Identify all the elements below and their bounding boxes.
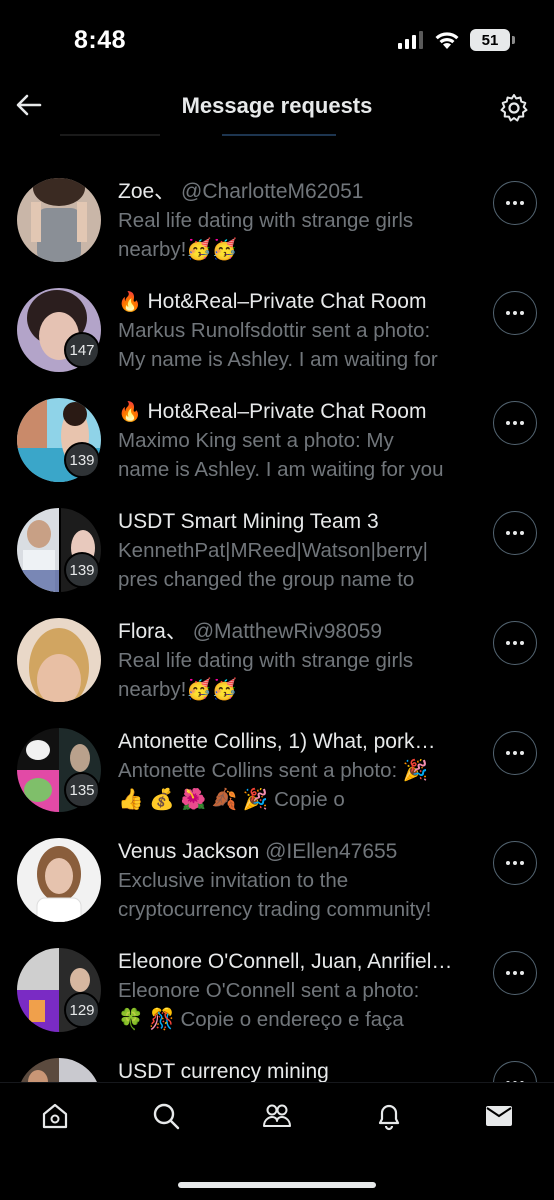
more-options-button[interactable] bbox=[493, 951, 537, 995]
conversation-text: Eleonore O'Connell, Juan, Anrifiel… Eleo… bbox=[118, 948, 478, 1034]
conversation-title: USDT Smart Mining Team 3 bbox=[118, 510, 379, 533]
conversation-text: 🔥 Hot&Real–Private Chat Room Maximo King… bbox=[118, 398, 478, 484]
battery-icon: 51 bbox=[470, 29, 515, 51]
message-preview: 🍀 🎊 Copie o endereço e faça bbox=[118, 1008, 404, 1031]
more-options-button[interactable] bbox=[493, 841, 537, 885]
message-preview: nearby!🥳🥳 bbox=[118, 678, 238, 701]
message-preview: name is Ashley. I am waiting for you bbox=[118, 458, 444, 481]
member-count-badge: 147 bbox=[64, 332, 100, 368]
list-item[interactable]: Venus Jackson @IEllen47655 Exclusive inv… bbox=[0, 828, 554, 938]
conversation-text: Flora、 @MatthewRiv98059 Real life dating… bbox=[118, 618, 478, 704]
ellipsis-icon bbox=[506, 421, 524, 425]
member-count-badge: 129 bbox=[64, 992, 100, 1028]
more-options-button[interactable] bbox=[493, 291, 537, 335]
ellipsis-icon bbox=[506, 311, 524, 315]
status-icons: 51 bbox=[398, 29, 515, 51]
conversation-title: Antonette Collins, 1) What, pork… bbox=[118, 730, 436, 753]
message-preview: nearby!🥳🥳 bbox=[118, 238, 238, 261]
status-bar: 8:48 51 bbox=[0, 0, 554, 84]
avatar[interactable] bbox=[17, 838, 101, 922]
header: Message requests bbox=[0, 84, 554, 134]
more-options-button[interactable] bbox=[493, 511, 537, 555]
home-indicator bbox=[178, 1182, 376, 1188]
list-item[interactable]: 139 USDT Smart Mining Team 3 KennethPat|… bbox=[0, 498, 554, 608]
ellipsis-icon bbox=[506, 861, 524, 865]
list-item[interactable]: 135 Antonette Collins, 1) What, pork… An… bbox=[0, 718, 554, 828]
cellular-signal-icon bbox=[398, 31, 423, 49]
conversation-text: Venus Jackson @IEllen47655 Exclusive inv… bbox=[118, 838, 478, 924]
user-handle: @MatthewRiv98059 bbox=[192, 620, 383, 643]
message-preview: 👍 💰 🌺 🍂 🎉 Copie o bbox=[118, 788, 345, 811]
notifications-icon[interactable] bbox=[374, 1101, 404, 1131]
conversation-title: 🔥 Hot&Real–Private Chat Room bbox=[118, 400, 427, 423]
user-handle: @IEllen47655 bbox=[265, 840, 398, 863]
more-options-button[interactable] bbox=[493, 1061, 537, 1082]
ellipsis-icon bbox=[506, 531, 524, 535]
conversation-text: USDT currency mining bbox=[118, 1058, 478, 1082]
message-preview: Maximo King sent a photo: My bbox=[118, 429, 394, 452]
conversation-title: Eleonore O'Connell, Juan, Anrifiel… bbox=[118, 950, 453, 973]
home-icon[interactable] bbox=[40, 1101, 70, 1131]
message-preview: Markus Runolfsdottir sent a photo: bbox=[118, 319, 431, 342]
avatar[interactable] bbox=[17, 618, 101, 702]
list-item[interactable]: Zoe、 @CharlotteM62051 Real life dating w… bbox=[0, 168, 554, 278]
status-time: 8:48 bbox=[74, 26, 127, 54]
list-item[interactable]: 147 🔥 Hot&Real–Private Chat Room Markus … bbox=[0, 278, 554, 388]
member-count-badge: 135 bbox=[64, 772, 100, 808]
list-item[interactable]: 139 🔥 Hot&Real–Private Chat Room Maximo … bbox=[0, 388, 554, 498]
message-preview: Exclusive invitation to the bbox=[118, 869, 349, 892]
ellipsis-icon bbox=[506, 641, 524, 645]
conversation-text: Zoe、 @CharlotteM62051 Real life dating w… bbox=[118, 178, 478, 264]
more-options-button[interactable] bbox=[493, 401, 537, 445]
more-options-button[interactable] bbox=[493, 731, 537, 775]
bottom-nav bbox=[0, 1082, 554, 1200]
conversation-title: 🔥 Hot&Real–Private Chat Room bbox=[118, 290, 427, 313]
message-preview: pres changed the group name to bbox=[118, 568, 415, 591]
more-options-button[interactable] bbox=[493, 181, 537, 225]
wifi-icon bbox=[435, 32, 459, 49]
ellipsis-icon bbox=[506, 751, 524, 755]
conversation-title: USDT currency mining bbox=[118, 1060, 329, 1082]
conversation-title: Venus Jackson @IEllen47655 bbox=[118, 840, 398, 863]
more-options-button[interactable] bbox=[493, 621, 537, 665]
message-preview: My name is Ashley. I am waiting for bbox=[118, 348, 438, 371]
message-preview: cryptocurrency trading community! bbox=[118, 898, 432, 921]
message-preview: Real life dating with strange girls bbox=[118, 649, 414, 672]
ellipsis-icon bbox=[506, 201, 524, 205]
fire-icon: 🔥 bbox=[118, 401, 142, 423]
message-request-list[interactable]: Zoe、 @CharlotteM62051 Real life dating w… bbox=[0, 168, 554, 1082]
search-icon[interactable] bbox=[151, 1101, 181, 1131]
message-preview: Eleonore O'Connell sent a photo: bbox=[118, 979, 420, 1002]
message-preview: KennethPat|MReed|Watson|berry| bbox=[118, 539, 428, 562]
member-count-badge: 139 bbox=[64, 442, 100, 478]
conversation-title: Flora、 @MatthewRiv98059 bbox=[118, 620, 383, 643]
conversation-text: Antonette Collins, 1) What, pork… Antone… bbox=[118, 728, 478, 814]
messages-icon[interactable] bbox=[484, 1101, 514, 1131]
message-preview: Antonette Collins sent a photo: 🎉 bbox=[118, 759, 429, 782]
list-item[interactable]: USDT currency mining bbox=[0, 1048, 554, 1082]
list-item[interactable]: 129 Eleonore O'Connell, Juan, Anrifiel… … bbox=[0, 938, 554, 1048]
conversation-text: 🔥 Hot&Real–Private Chat Room Markus Runo… bbox=[118, 288, 478, 374]
message-preview: Real life dating with strange girls bbox=[118, 209, 414, 232]
avatar[interactable] bbox=[17, 178, 101, 262]
list-item[interactable]: Flora、 @MatthewRiv98059 Real life dating… bbox=[0, 608, 554, 718]
ellipsis-icon bbox=[506, 971, 524, 975]
communities-icon[interactable] bbox=[262, 1101, 292, 1131]
gear-icon[interactable] bbox=[498, 92, 530, 124]
conversation-text: USDT Smart Mining Team 3 KennethPat|MRee… bbox=[118, 508, 478, 594]
user-handle: @CharlotteM62051 bbox=[181, 180, 364, 203]
page-title: Message requests bbox=[181, 93, 373, 118]
avatar[interactable] bbox=[17, 1058, 101, 1082]
conversation-title: Zoe、 @CharlotteM62051 bbox=[118, 180, 364, 203]
fire-icon: 🔥 bbox=[118, 291, 142, 313]
tab-indicator bbox=[0, 132, 554, 137]
member-count-badge: 139 bbox=[64, 552, 100, 588]
